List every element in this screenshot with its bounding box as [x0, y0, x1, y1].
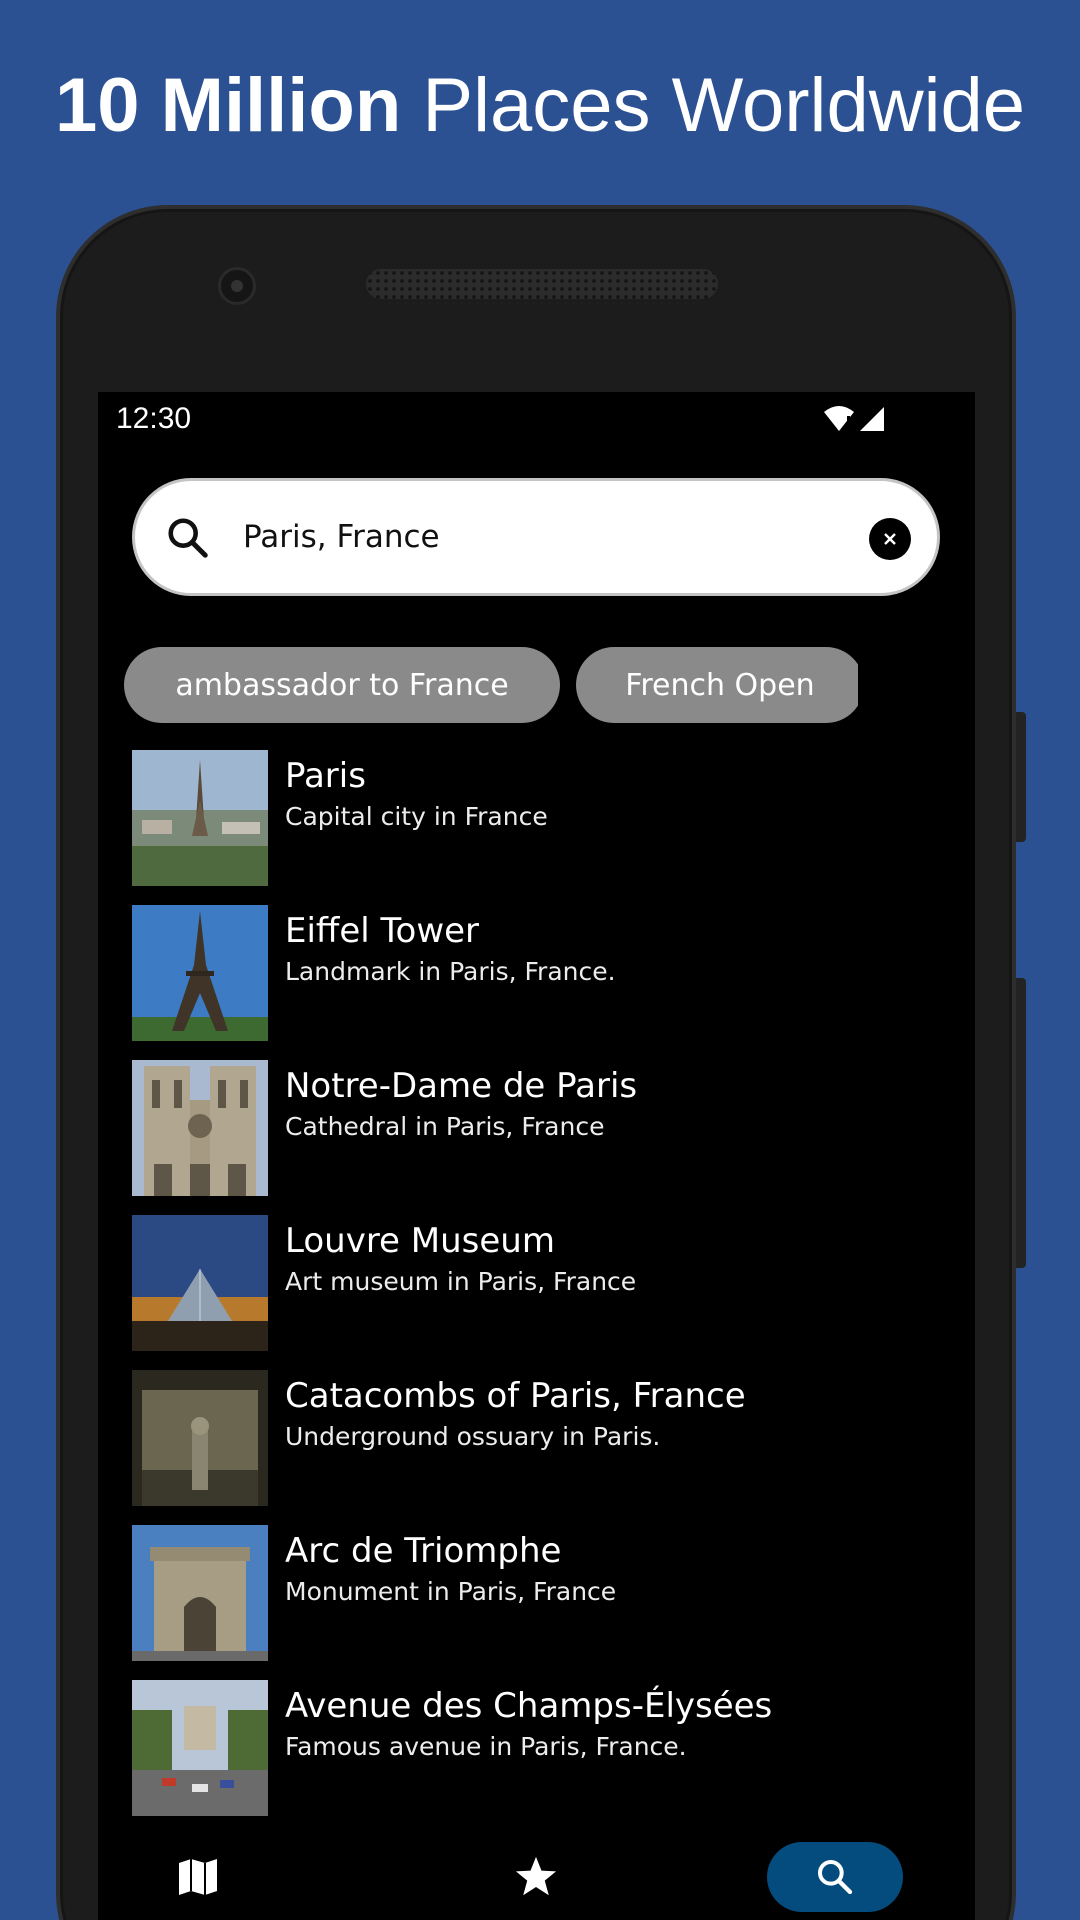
nav-search-button[interactable]	[767, 1842, 903, 1912]
search-icon	[818, 1860, 853, 1895]
result-title: Arc de Triomphe	[285, 1531, 562, 1571]
status-time: 12:30	[116, 402, 192, 435]
result-thumbnail	[132, 905, 268, 1041]
result-thumbnail	[132, 1680, 268, 1816]
promo-headline-bold: 10 Million	[54, 63, 402, 148]
list-item[interactable]: Catacombs of Paris, France Underground o…	[132, 1370, 932, 1506]
result-subtitle: Art museum in Paris, France	[285, 1267, 637, 1296]
result-title: Paris	[285, 756, 366, 796]
result-title: Notre-Dame de Paris	[285, 1066, 638, 1106]
earpiece-speaker	[366, 269, 718, 299]
nav-map-button[interactable]	[138, 1842, 258, 1912]
result-subtitle: Landmark in Paris, France.	[285, 957, 616, 986]
search-icon[interactable]	[165, 515, 211, 561]
result-title: Eiffel Tower	[285, 911, 480, 951]
close-icon	[884, 533, 896, 545]
result-title: Avenue des Champs-Élysées	[285, 1686, 773, 1726]
list-item[interactable]: Notre-Dame de Paris Cathedral in Paris, …	[132, 1060, 932, 1196]
search-input[interactable]: Paris, France	[243, 519, 440, 555]
list-item[interactable]: Paris Capital city in France	[132, 750, 932, 886]
volume-button	[1016, 712, 1026, 842]
chip-french-open[interactable]: French Open	[576, 647, 858, 723]
phone-screen: 12:30 Paris, France ambassador to France…	[98, 392, 975, 1920]
list-item[interactable]: Avenue des Champs-Élysées Famous avenue …	[132, 1680, 932, 1816]
wifi-alert-icon	[824, 406, 854, 431]
result-title: Louvre Museum	[285, 1221, 555, 1261]
result-thumbnail	[132, 1370, 268, 1506]
result-thumbnail	[132, 1215, 268, 1351]
chip-ambassador-to-france[interactable]: ambassador to France	[124, 647, 560, 723]
suggestion-chips: ambassador to France French Open O	[124, 647, 858, 727]
result-thumbnail	[132, 750, 268, 886]
bottom-nav	[98, 1842, 975, 1920]
result-title: Catacombs of Paris, France	[285, 1376, 746, 1416]
result-subtitle: Underground ossuary in Paris.	[285, 1422, 661, 1451]
result-subtitle: Monument in Paris, France	[285, 1577, 617, 1606]
list-item[interactable]: Arc de Triomphe Monument in Paris, Franc…	[132, 1525, 932, 1661]
cell-signal-icon	[860, 407, 884, 431]
search-bar[interactable]: Paris, France	[132, 478, 940, 596]
map-icon	[179, 1859, 217, 1895]
nav-favorites-button[interactable]	[476, 1842, 596, 1912]
list-item[interactable]: Louvre Museum Art museum in Paris, Franc…	[132, 1215, 932, 1351]
result-thumbnail	[132, 1525, 268, 1661]
promo-headline-rest: Places Worldwide	[422, 63, 1026, 148]
promo-headline: 10 Million Places Worldwide	[0, 62, 1080, 149]
front-camera	[218, 267, 256, 305]
list-item[interactable]: Eiffel Tower Landmark in Paris, France.	[132, 905, 932, 1041]
result-subtitle: Famous avenue in Paris, France.	[285, 1732, 687, 1761]
star-icon	[515, 1856, 557, 1896]
result-thumbnail	[132, 1060, 268, 1196]
result-subtitle: Cathedral in Paris, France	[285, 1112, 605, 1141]
clear-search-button[interactable]	[869, 518, 911, 560]
status-icons	[824, 406, 884, 431]
power-button	[1016, 978, 1026, 1268]
result-subtitle: Capital city in France	[285, 802, 548, 831]
